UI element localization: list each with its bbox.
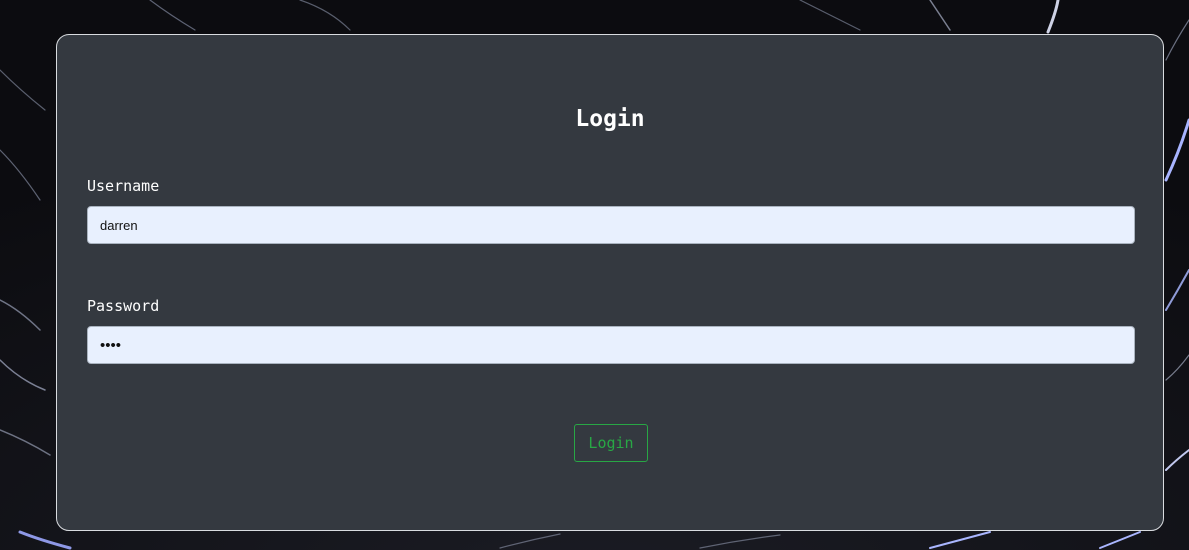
login-button[interactable]: Login xyxy=(574,424,648,462)
password-input[interactable] xyxy=(87,326,1135,364)
username-label: Username xyxy=(87,177,160,195)
page-title: Login xyxy=(575,106,645,132)
password-label: Password xyxy=(87,297,160,315)
username-input[interactable] xyxy=(87,206,1135,244)
login-card: Login Username Password Login xyxy=(56,34,1164,531)
